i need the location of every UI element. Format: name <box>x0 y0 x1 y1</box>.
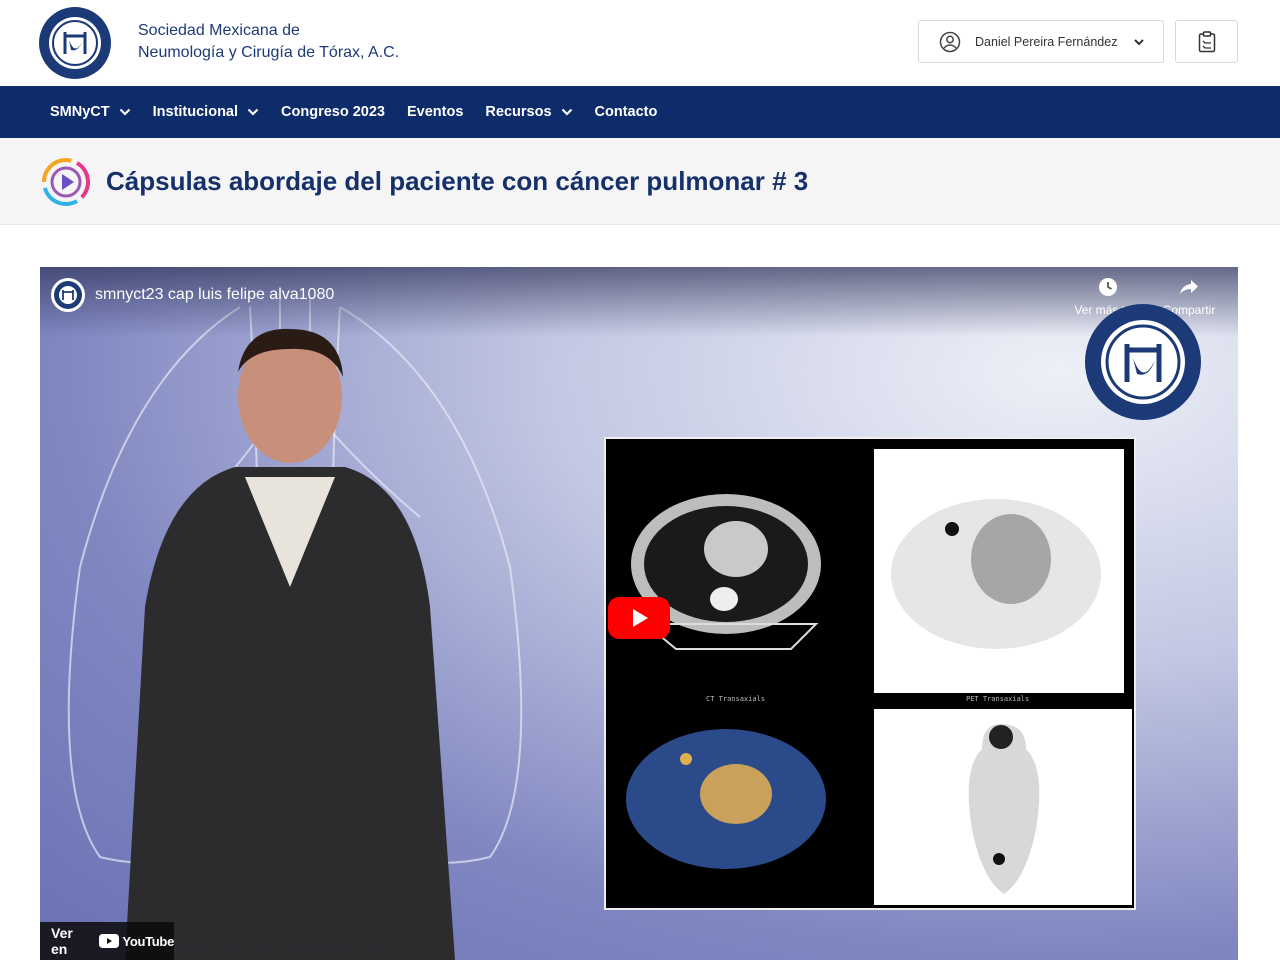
nav-item-eventos[interactable]: Eventos <box>407 104 463 120</box>
nav-label: Institucional <box>152 104 239 120</box>
user-name: Daniel Pereira Fernández <box>975 34 1118 49</box>
clipboard-button[interactable] <box>1175 20 1238 63</box>
main-nav: SMNyCT Institucional Congreso 2023 Event… <box>0 86 1280 138</box>
share-arrow-icon <box>1180 280 1198 294</box>
chevron-down-icon <box>119 108 130 116</box>
user-avatar-icon <box>939 31 961 52</box>
org-name-line1: Sociedad Mexicana de <box>138 22 300 39</box>
youtube-logo: YouTube <box>99 934 174 949</box>
nav-item-contacto[interactable]: Contacto <box>595 104 658 120</box>
scan-images: CT Transaxials PET Transaxials <box>606 439 1134 908</box>
nav-item-recursos[interactable]: Recursos <box>485 104 572 120</box>
page-title-band: Cápsulas abordaje del paciente con cánce… <box>0 138 1280 225</box>
youtube-wordmark: YouTube <box>122 933 174 949</box>
watch-on-label: Ver en <box>51 925 73 957</box>
watch-on-youtube-button[interactable]: Ver en YouTube <box>40 922 174 960</box>
clock-icon <box>1099 278 1117 296</box>
nav-item-congreso[interactable]: Congreso 2023 <box>281 104 385 120</box>
site-header: Sociedad Mexicana de Neumología y Cirugí… <box>0 0 1280 86</box>
medical-scan-panel: CT Transaxials PET Transaxials <box>604 437 1136 910</box>
org-name[interactable]: Sociedad Mexicana de Neumología y Cirugí… <box>138 20 399 64</box>
clipboard-icon <box>1198 30 1215 52</box>
nav-label: Recursos <box>485 104 552 120</box>
play-capsule-icon <box>42 158 90 207</box>
presenter-figure <box>125 328 455 960</box>
play-button-icon[interactable] <box>608 597 670 639</box>
channel-logo[interactable] <box>50 277 86 313</box>
nav-label: Contacto <box>594 104 658 120</box>
pet-label: PET Transaxials <box>966 695 1029 703</box>
video-title[interactable]: smnyct23 cap luis felipe alva1080 <box>95 286 334 304</box>
chevron-down-icon <box>1134 38 1145 45</box>
video-player[interactable]: smnyct23 cap luis felipe alva1080 Ver má… <box>40 267 1238 960</box>
society-watermark-logo <box>1085 304 1201 420</box>
org-name-line2: Neumología y Cirugía de Tórax, A.C. <box>138 44 400 61</box>
page-title: Cápsulas abordaje del paciente con cánce… <box>106 166 809 196</box>
nav-item-institucional[interactable]: Institucional <box>153 104 259 120</box>
ct-label: CT Transaxials <box>706 695 765 703</box>
society-logo[interactable] <box>38 6 112 80</box>
nav-label: Eventos <box>407 104 464 120</box>
nav-item-smnyct[interactable]: SMNyCT <box>50 104 131 120</box>
youtube-play-icon <box>99 934 120 948</box>
user-menu-button[interactable]: Daniel Pereira Fernández <box>918 20 1164 63</box>
nav-label: Congreso 2023 <box>281 104 385 120</box>
nav-label: SMNyCT <box>50 104 110 120</box>
chevron-down-icon <box>247 108 259 116</box>
chevron-down-icon <box>561 108 572 116</box>
